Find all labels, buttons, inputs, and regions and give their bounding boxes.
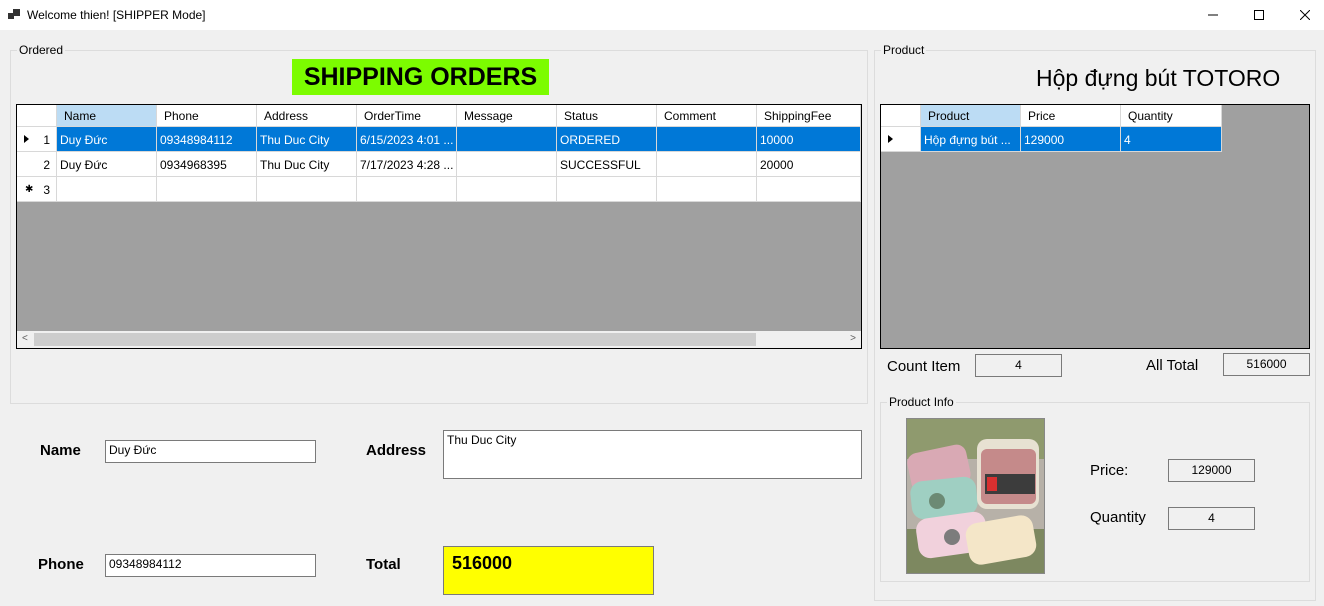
table-cell[interactable]: Hộp đựng bút ... <box>921 127 1021 152</box>
table-cell[interactable]: 10000 <box>757 127 861 152</box>
maximize-icon <box>1254 10 1264 20</box>
scroll-right-icon[interactable]: > <box>850 333 856 344</box>
address-field[interactable]: Thu Duc City <box>443 430 862 479</box>
product-grid[interactable]: Product Price Quantity Hộp đựng bút ... … <box>880 104 1310 349</box>
total-field[interactable]: 516000 <box>443 546 654 595</box>
table-cell[interactable]: ORDERED <box>557 127 657 152</box>
table-cell[interactable]: Thu Duc City <box>257 127 357 152</box>
column-header-phone[interactable]: Phone <box>157 105 257 127</box>
grid-corner[interactable] <box>881 105 921 127</box>
all-total-field[interactable]: 516000 <box>1223 353 1310 376</box>
table-cell[interactable]: 129000 <box>1021 127 1121 152</box>
phone-label: Phone <box>38 556 84 573</box>
horizontal-scrollbar[interactable]: < > <box>17 331 861 348</box>
table-cell[interactable] <box>157 177 257 202</box>
price-label: Price: <box>1090 462 1129 479</box>
column-header-product[interactable]: Product <box>921 105 1021 127</box>
column-header-ordertime[interactable]: OrderTime <box>357 105 457 127</box>
quantity-field[interactable]: 4 <box>1168 507 1255 530</box>
table-cell[interactable]: 7/17/2023 4:28 ... <box>357 152 457 177</box>
current-row-icon <box>888 135 893 143</box>
column-header-address[interactable]: Address <box>257 105 357 127</box>
table-cell[interactable]: 20000 <box>757 152 861 177</box>
scrollbar-thumb[interactable] <box>34 333 756 346</box>
row-number: 2 <box>43 158 50 172</box>
table-cell[interactable]: 6/15/2023 4:01 ... <box>357 127 457 152</box>
column-header-price[interactable]: Price <box>1021 105 1121 127</box>
all-total-label: All Total <box>1146 357 1199 374</box>
row-header[interactable]: 2 <box>17 152 57 177</box>
product-title: Hộp đựng bút TOTORO <box>1036 65 1281 91</box>
row-number: 1 <box>43 133 50 147</box>
column-header-shippingfee[interactable]: ShippingFee <box>757 105 861 127</box>
table-cell[interactable]: Thu Duc City <box>257 152 357 177</box>
app-icon <box>8 9 20 21</box>
table-cell[interactable]: 0934968395 <box>157 152 257 177</box>
table-cell[interactable]: Duy Đức <box>57 127 157 152</box>
table-cell[interactable] <box>657 177 757 202</box>
row-number: 3 <box>43 183 50 197</box>
name-field[interactable]: Duy Đức <box>105 440 316 463</box>
orders-grid[interactable]: Name Phone Address OrderTime Message Sta… <box>16 104 862 349</box>
product-info-group-label: Product Info <box>887 395 956 409</box>
total-label: Total <box>366 556 401 573</box>
column-header-status[interactable]: Status <box>557 105 657 127</box>
close-button[interactable] <box>1282 0 1324 30</box>
pencil-case-photo-icon <box>907 419 1044 573</box>
row-header[interactable] <box>881 127 921 152</box>
table-cell[interactable]: Duy Đức <box>57 152 157 177</box>
grid-corner[interactable] <box>17 105 57 127</box>
table-cell[interactable] <box>357 177 457 202</box>
ordered-group-label: Ordered <box>17 43 66 57</box>
close-icon <box>1300 10 1310 20</box>
current-row-icon <box>24 135 29 143</box>
row-header[interactable]: 1 <box>17 127 57 152</box>
column-header-quantity[interactable]: Quantity <box>1121 105 1222 127</box>
minimize-button[interactable] <box>1190 0 1236 30</box>
price-field[interactable]: 129000 <box>1168 459 1255 482</box>
name-label: Name <box>40 442 81 459</box>
column-header-message[interactable]: Message <box>457 105 557 127</box>
table-cell[interactable]: 09348984112 <box>157 127 257 152</box>
table-cell[interactable] <box>457 152 557 177</box>
table-cell[interactable] <box>657 127 757 152</box>
count-item-label: Count Item <box>887 358 961 375</box>
table-cell[interactable] <box>457 177 557 202</box>
title-bar: Welcome thien! [SHIPPER Mode] <box>0 0 1324 30</box>
product-group-label: Product <box>881 43 927 57</box>
column-header-comment[interactable]: Comment <box>657 105 757 127</box>
table-cell[interactable]: SUCCESSFUL <box>557 152 657 177</box>
new-row-icon: ✱ <box>25 184 34 195</box>
new-row-header[interactable]: ✱ 3 <box>17 177 57 202</box>
address-label: Address <box>366 442 427 459</box>
table-cell[interactable] <box>757 177 861 202</box>
phone-field[interactable]: 09348984112 <box>105 554 316 577</box>
scroll-left-icon[interactable]: < <box>22 333 28 344</box>
table-cell[interactable] <box>257 177 357 202</box>
table-cell[interactable]: 4 <box>1121 127 1222 152</box>
table-cell[interactable] <box>557 177 657 202</box>
column-header-name[interactable]: Name <box>57 105 157 127</box>
maximize-button[interactable] <box>1236 0 1282 30</box>
table-cell[interactable] <box>57 177 157 202</box>
window-title: Welcome thien! [SHIPPER Mode] <box>27 8 206 22</box>
table-cell[interactable] <box>457 127 557 152</box>
minimize-icon <box>1208 14 1218 16</box>
quantity-label: Quantity <box>1090 509 1146 526</box>
shipping-orders-heading: SHIPPING ORDERS <box>292 59 549 95</box>
product-image <box>906 418 1045 574</box>
count-item-field[interactable]: 4 <box>975 354 1062 377</box>
table-cell[interactable] <box>657 152 757 177</box>
